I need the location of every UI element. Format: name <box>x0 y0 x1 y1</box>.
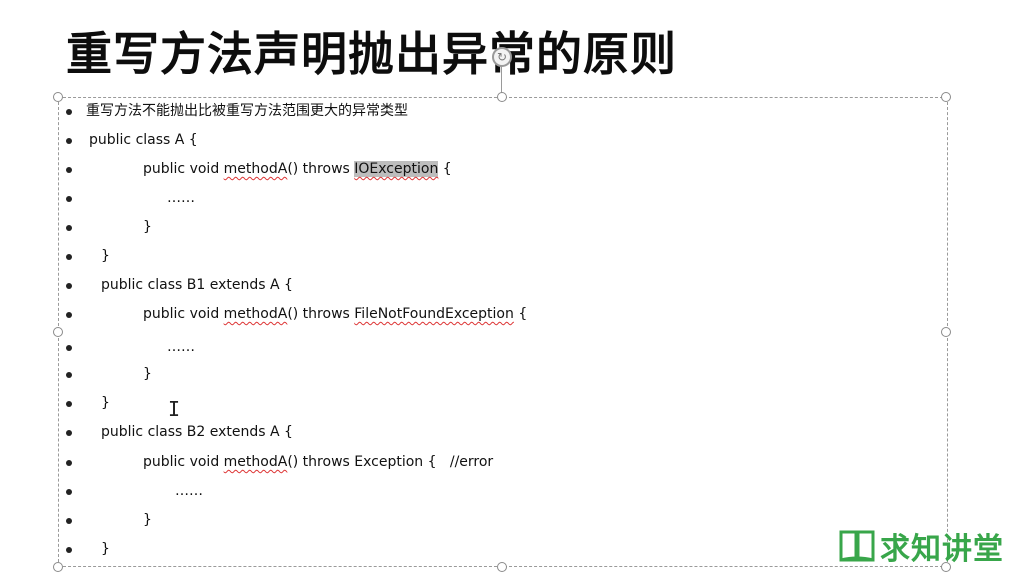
list-item[interactable]: …… <box>0 184 880 213</box>
list-item[interactable]: } <box>0 506 880 535</box>
code-line: } <box>143 219 152 235</box>
code-line: public class B2 extends A { <box>101 424 293 440</box>
code-line: …… <box>167 190 195 206</box>
method-name: methodA <box>223 161 288 177</box>
code-line: } <box>101 541 110 557</box>
bullet <box>66 345 72 351</box>
list-item[interactable]: public void methodA() throws Exception {… <box>0 448 880 477</box>
code-token: () throws Exception { //error <box>287 454 494 470</box>
list-item[interactable]: public class A { <box>0 126 880 155</box>
code-line: public class A { <box>89 132 198 148</box>
list-item[interactable]: public class B1 extends A { <box>0 271 880 300</box>
list-item[interactable]: } <box>0 389 880 418</box>
bullet <box>66 254 72 260</box>
slide-title[interactable]: 重写方法声明抛出异常的原则 <box>66 24 677 84</box>
list-item[interactable]: public void methodA() throws IOException… <box>0 155 880 184</box>
bullet <box>66 518 72 524</box>
bullet <box>66 430 72 436</box>
selected-exception-name[interactable]: IOException <box>354 161 439 177</box>
open-book-icon <box>839 530 875 562</box>
rotate-stem <box>501 66 502 93</box>
bullet <box>66 460 72 466</box>
list-item[interactable]: …… <box>0 477 880 506</box>
code-token: () throws <box>287 306 355 322</box>
bullet <box>66 401 72 407</box>
bullet <box>66 167 72 173</box>
bullet <box>66 283 72 289</box>
bullet <box>66 312 72 318</box>
bullet <box>66 547 72 553</box>
list-item[interactable]: public void methodA() throws FileNotFoun… <box>0 300 880 329</box>
code-token: { <box>438 161 452 177</box>
list-item[interactable]: 重写方法不能抛出比被重写方法范围更大的异常类型 <box>0 97 880 126</box>
code-line: public void methodA() throws IOException… <box>143 155 452 184</box>
text-cursor-icon: I <box>168 397 181 421</box>
list-item[interactable]: public class B2 extends A { <box>0 418 880 447</box>
bullet <box>66 196 72 202</box>
watermark-logo: 求知讲堂 <box>838 526 1004 567</box>
list-item[interactable]: } <box>0 242 880 271</box>
code-token: public void <box>143 306 224 322</box>
code-token: () throws <box>287 161 355 177</box>
method-name: methodA <box>223 306 288 322</box>
watermark-text: 求知讲堂 <box>880 532 1004 567</box>
code-line: public void methodA() throws FileNotFoun… <box>143 300 527 329</box>
list-item[interactable]: } <box>0 535 880 564</box>
method-name: methodA <box>223 454 288 470</box>
list-item[interactable]: } <box>0 213 880 242</box>
code-line: public class B1 extends A { <box>101 277 293 293</box>
code-line: public void methodA() throws Exception {… <box>143 448 493 477</box>
code-line: …… <box>175 483 203 499</box>
list-item[interactable]: …… <box>0 333 880 362</box>
resize-handle-top-right[interactable] <box>941 92 951 102</box>
code-line: …… <box>167 339 195 355</box>
code-token: public void <box>143 161 224 177</box>
code-line: } <box>101 248 110 264</box>
code-token: public void <box>143 454 224 470</box>
bullet <box>66 372 72 378</box>
code-line: } <box>101 395 110 411</box>
exception-name: FileNotFoundException <box>354 306 514 322</box>
rotate-handle-icon[interactable]: ↻ <box>492 47 512 67</box>
bullet <box>66 138 72 144</box>
code-token: { <box>513 306 528 322</box>
bullet <box>66 489 72 495</box>
rule-text: 重写方法不能抛出比被重写方法范围更大的异常类型 <box>86 103 408 119</box>
bullet <box>66 109 72 115</box>
bullet <box>66 225 72 231</box>
code-line: } <box>143 366 152 382</box>
resize-handle-middle-right[interactable] <box>941 327 951 337</box>
code-line: } <box>143 512 152 528</box>
list-item[interactable]: } <box>0 360 880 389</box>
